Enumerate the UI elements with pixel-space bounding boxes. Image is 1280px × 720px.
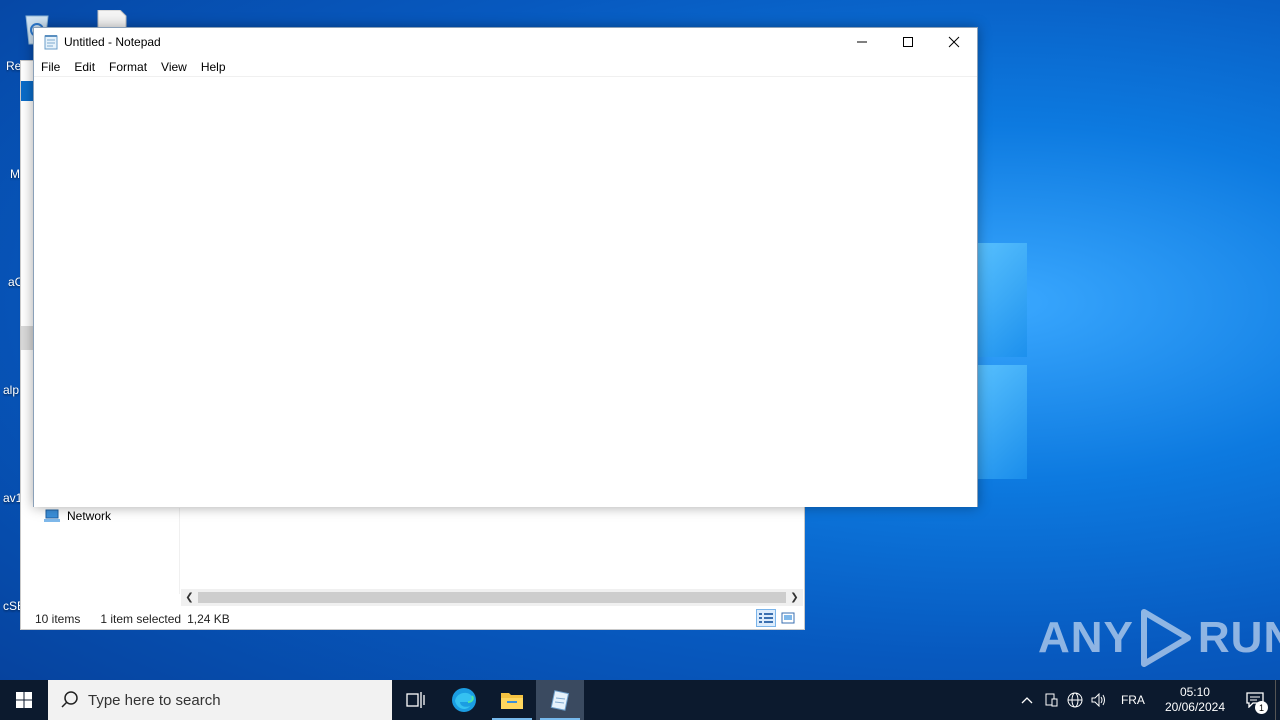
globe-network-icon (1067, 692, 1083, 708)
large-icons-view-icon[interactable] (778, 609, 798, 627)
edge-browser-icon (452, 688, 476, 712)
search-icon (61, 691, 78, 708)
status-selected: 1 item selected (100, 612, 182, 626)
pane-divider[interactable] (179, 508, 180, 594)
minimize-icon (857, 41, 867, 43)
file-icon[interactable] (96, 9, 128, 29)
tray-volume-button[interactable] (1087, 680, 1111, 720)
taskbar-edge-button[interactable] (440, 680, 488, 720)
nav-item-label: Network (67, 509, 112, 523)
task-view-button[interactable] (392, 680, 440, 720)
menu-help[interactable]: Help (194, 57, 233, 77)
chevron-up-icon (1021, 697, 1033, 704)
minimize-button[interactable] (839, 28, 885, 56)
speaker-icon (1091, 693, 1105, 707)
clock-time: 05:10 (1179, 685, 1210, 699)
scroll-left-icon[interactable]: ❮ (181, 589, 198, 606)
window-title: Untitled - Notepad (64, 35, 161, 49)
search-placeholder: Type here to search (88, 691, 221, 709)
nav-item-network[interactable]: Network (43, 507, 111, 525)
status-size: 1,24 KB (187, 612, 230, 626)
system-tray: FRA 05:10 20/06/2024 1 (1015, 680, 1280, 720)
scrollbar-thumb[interactable] (198, 592, 786, 603)
taskbar-clock[interactable]: 05:10 20/06/2024 (1155, 685, 1235, 715)
action-center-button[interactable]: 1 (1235, 680, 1275, 720)
status-item-count: 10 items (35, 612, 81, 626)
title-bar[interactable]: Untitled - Notepad (34, 28, 977, 56)
taskbar-file-explorer-button[interactable] (488, 680, 536, 720)
close-button[interactable] (931, 28, 977, 56)
clock-date: 20/06/2024 (1164, 700, 1225, 714)
notepad-taskbar-icon (550, 690, 570, 711)
file-explorer-icon (501, 693, 523, 709)
input-language-indicator[interactable]: FRA (1111, 693, 1155, 707)
maximize-button[interactable] (885, 28, 931, 56)
window-controls (839, 28, 977, 56)
notepad-app-icon (44, 35, 58, 50)
watermark-text-left: ANY (1038, 613, 1134, 662)
tray-network-button[interactable] (1063, 680, 1087, 720)
scroll-right-icon[interactable]: ❯ (786, 589, 803, 606)
show-hidden-icons-button[interactable] (1015, 680, 1039, 720)
text-editor-area[interactable] (34, 77, 977, 507)
menu-view[interactable]: View (154, 57, 194, 77)
horizontal-scrollbar[interactable]: ❮ ❯ (181, 589, 803, 606)
taskbar: Type here to search FRA 05:10 20/06/2024… (0, 680, 1280, 720)
windows-start-icon (16, 692, 32, 708)
network-icon (44, 509, 60, 522)
menu-bar: File Edit Format View Help (34, 57, 977, 77)
notepad-window[interactable]: Untitled - Notepad File Edit Format View… (33, 27, 978, 507)
details-view-icon[interactable] (756, 609, 776, 627)
show-desktop-button[interactable] (1275, 680, 1280, 720)
play-logo-icon (1140, 609, 1191, 667)
view-switcher (756, 609, 798, 627)
tray-device-button[interactable] (1039, 680, 1063, 720)
task-view-icon (406, 692, 425, 708)
status-bar: 10 items 1 item selected 1,24 KB (21, 609, 804, 629)
watermark-text-right: RUN (1197, 613, 1280, 662)
device-icon (1045, 693, 1058, 707)
anyrun-watermark: ANY RUN (1038, 608, 1280, 668)
maximize-icon (903, 37, 913, 47)
menu-file[interactable]: File (34, 57, 67, 77)
taskbar-notepad-button[interactable] (536, 680, 584, 720)
menu-edit[interactable]: Edit (67, 57, 102, 77)
menu-format[interactable]: Format (102, 57, 154, 77)
taskbar-search-box[interactable]: Type here to search (48, 680, 392, 720)
notification-count-badge: 1 (1255, 701, 1268, 714)
close-icon (948, 36, 960, 48)
start-button[interactable] (0, 680, 48, 720)
